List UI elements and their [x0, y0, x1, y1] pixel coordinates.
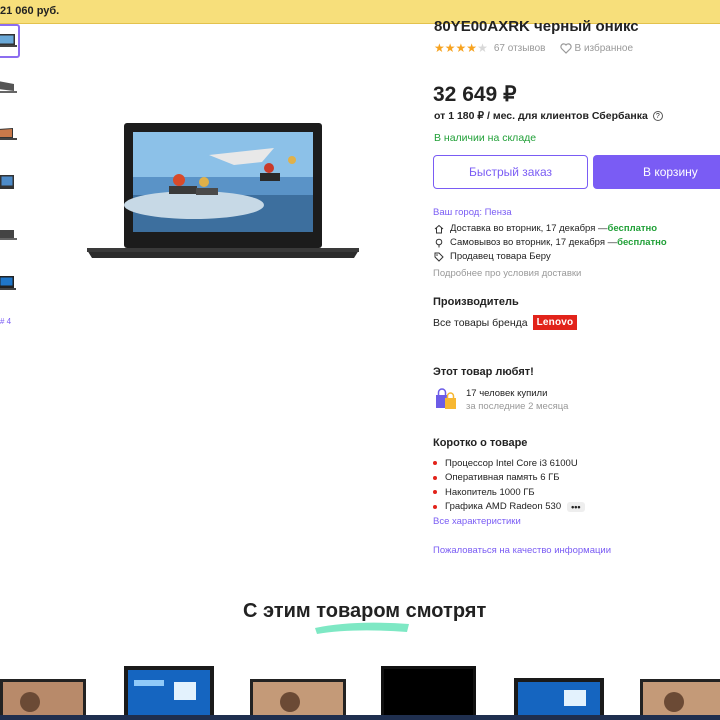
seller-text: Продавец товара Беру: [450, 251, 551, 262]
gallery-thumb[interactable]: [0, 220, 20, 246]
installment-info: от 1 180 ₽ / мес. для клиентов Сбербанка…: [434, 110, 663, 122]
delivery-details-link[interactable]: Подробнее про условия доставки: [433, 268, 581, 279]
manufacturer-heading: Производитель: [433, 296, 519, 308]
pickup-row: Самовывоз во вторник, 17 декабря — беспл…: [434, 237, 667, 248]
gallery-thumb[interactable]: [0, 122, 20, 148]
brand-row: Все товары бренда Lenovo: [433, 315, 578, 330]
spec-item: Графика AMD Radeon 530 •••: [433, 500, 585, 515]
pickup-text: Самовывоз во вторник, 17 декабря —: [450, 237, 618, 248]
banner-price-text: 21 060 руб.: [0, 5, 60, 17]
spec-list: Процессор Intel Core i3 6100U Оперативна…: [433, 456, 585, 514]
gallery-thumb[interactable]: [0, 270, 20, 296]
map-pin-icon: [435, 238, 443, 247]
house-icon: [434, 224, 444, 233]
more-specs-button[interactable]: •••: [567, 501, 585, 512]
courier-text: Доставка во вторник, 17 декабря —: [450, 223, 608, 234]
quick-order-button[interactable]: Быстрый заказ: [433, 155, 588, 189]
favorite-button[interactable]: В избранное: [559, 42, 634, 54]
question-icon[interactable]: ?: [652, 111, 663, 121]
add-to-cart-button[interactable]: В корзину: [593, 155, 720, 189]
seller-row: Продавец товара Беру: [434, 251, 551, 262]
star-icon: ★: [477, 41, 488, 55]
product-title: 80YE00AXRK черный оникс: [434, 18, 639, 35]
shopping-bag-icon: [436, 388, 456, 409]
courier-free: бесплатно: [607, 223, 658, 234]
installment-text: от 1 180 ₽ / мес. для клиентов Сбербанка: [434, 110, 648, 122]
gallery-thumb[interactable]: [0, 170, 20, 196]
bought-count: 17 человек купили: [466, 388, 548, 399]
courier-delivery-row: Доставка во вторник, 17 декабря — беспла…: [434, 223, 657, 234]
tag-icon: [434, 252, 444, 262]
main-product-image[interactable]: [84, 120, 362, 270]
gallery-thumb[interactable]: [0, 24, 20, 58]
recommended-product-image[interactable]: [640, 664, 720, 720]
popular-heading: Этот товар любят!: [433, 366, 534, 378]
all-brand-products-link[interactable]: Все товары бренда: [433, 317, 528, 329]
recommended-product-image[interactable]: [514, 664, 604, 720]
heart-icon: [559, 42, 572, 54]
all-specs-link[interactable]: Все характеристики: [433, 516, 521, 527]
more-photos-link[interactable]: # 4: [0, 317, 11, 326]
bought-period: за последние 2 месяца: [466, 401, 569, 412]
pickup-free: бесплатно: [617, 237, 667, 248]
reviews-link[interactable]: 67 отзывов: [494, 43, 546, 54]
city-selector[interactable]: Ваш город: Пенза: [433, 207, 512, 218]
recommendations-title: С этим товаром смотрят: [243, 600, 487, 622]
recommendations-title-block: С этим товаром смотрят: [243, 600, 487, 636]
report-info-link[interactable]: Пожаловаться на качество информации: [433, 545, 611, 556]
recommended-product-image[interactable]: [250, 664, 348, 720]
star-icon: ★: [455, 41, 467, 55]
favorite-label: В избранное: [574, 42, 634, 54]
gallery-thumb[interactable]: [0, 74, 20, 100]
star-icon: ★: [434, 41, 445, 55]
page-bottom-bar: [0, 715, 720, 720]
spec-item: Накопитель 1000 ГБ: [433, 485, 585, 500]
rating-row: ★★★★★ 67 отзывов В избранное: [434, 41, 633, 55]
lenovo-logo[interactable]: Lenovo: [532, 315, 578, 330]
star-icon: ★: [444, 41, 456, 55]
price: 32 649 ₽: [433, 83, 517, 106]
rating-stars: ★★★★★: [434, 41, 488, 55]
star-icon: ★: [466, 41, 478, 55]
recommended-product-image[interactable]: [381, 664, 476, 720]
stock-status: В наличии на складе: [434, 132, 537, 144]
recommended-product-image[interactable]: [0, 664, 88, 720]
spec-item: Оперативная память 6 ГБ: [433, 471, 585, 486]
recommended-product-image[interactable]: [124, 664, 214, 720]
spec-item: Процессор Intel Core i3 6100U: [433, 456, 585, 471]
summary-heading: Коротко о товаре: [433, 437, 528, 449]
